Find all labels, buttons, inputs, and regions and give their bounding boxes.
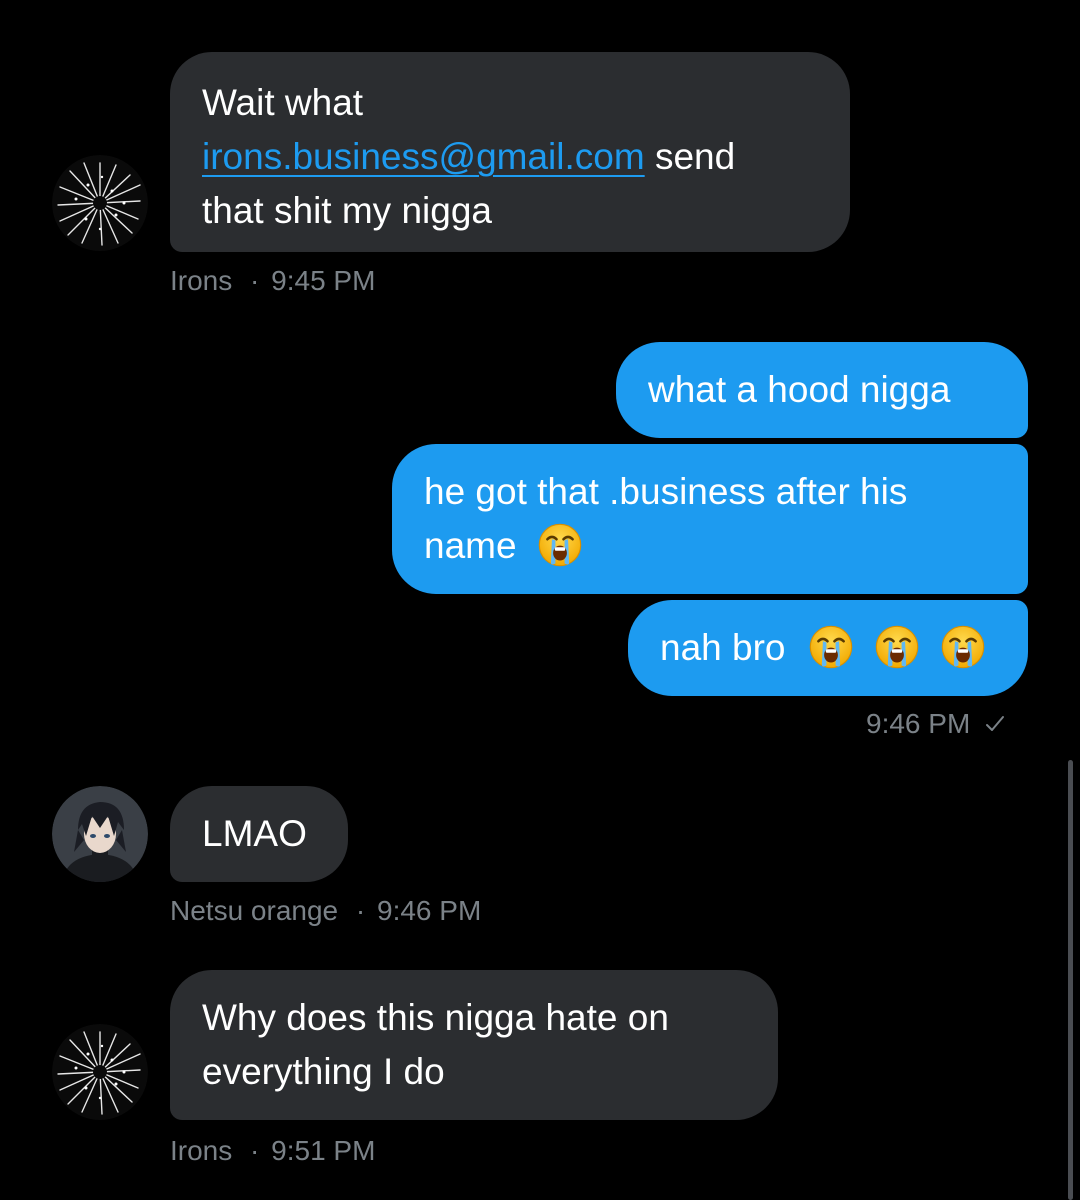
loudly-crying-face-icon xyxy=(537,522,583,568)
message-text-line: Wait what xyxy=(202,82,364,123)
message-meta-5: Netsu orange · 9:46 PM xyxy=(170,895,481,927)
message-bubble-6[interactable]: Why does this nigga hate on everything I… xyxy=(170,970,778,1120)
abstract-burst-avatar-icon xyxy=(52,155,148,251)
message-text: nah bro xyxy=(660,627,786,668)
timestamp: 9:51 PM xyxy=(271,1135,376,1166)
message-text-line: name xyxy=(424,519,996,573)
message-bubble-4[interactable]: nah bro xyxy=(628,600,1028,696)
outgoing-meta: 9:46 PM xyxy=(866,708,1006,740)
email-link[interactable]: irons.business@gmail.com xyxy=(202,136,645,177)
loudly-crying-face-icon xyxy=(808,624,854,670)
message-text-line: Why does this nigga hate on xyxy=(202,997,669,1038)
message-text-line: irons.business@gmail.com send xyxy=(202,130,818,184)
message-meta-1: Irons · 9:45 PM xyxy=(170,265,375,297)
anime-character-avatar-icon xyxy=(52,786,148,882)
message-text-fragment: send xyxy=(654,136,736,177)
message-bubble-2[interactable]: what a hood nigga xyxy=(616,342,1028,438)
message-meta-6: Irons · 9:51 PM xyxy=(170,1135,375,1167)
avatar-irons[interactable] xyxy=(52,155,148,251)
message-text-line: that shit my nigga xyxy=(202,190,492,231)
sender-name: Netsu orange xyxy=(170,895,339,926)
sender-name: Irons xyxy=(170,265,233,296)
loudly-crying-face-icon xyxy=(874,624,920,670)
sender-name: Irons xyxy=(170,1135,233,1166)
message-text-line: everything I do xyxy=(202,1051,445,1092)
message-bubble-5[interactable]: LMAO xyxy=(170,786,348,882)
timestamp: 9:46 PM xyxy=(377,895,482,926)
message-text-fragment: name xyxy=(424,525,517,566)
timestamp: 9:46 PM xyxy=(866,708,971,739)
separator-dot: · xyxy=(355,895,366,926)
conversation-view: Wait what irons.business@gmail.com send … xyxy=(0,0,1080,1200)
checkmark-icon xyxy=(986,715,1005,731)
message-text: what a hood nigga xyxy=(648,369,951,410)
message-bubble-3[interactable]: he got that .business after his name xyxy=(392,444,1028,594)
separator-dot: · xyxy=(250,265,260,296)
avatar-netsu-orange[interactable] xyxy=(52,786,148,882)
timestamp: 9:45 PM xyxy=(271,265,376,296)
loudly-crying-face-icon xyxy=(940,624,986,670)
abstract-burst-avatar-icon xyxy=(52,1024,148,1120)
avatar-irons[interactable] xyxy=(52,1024,148,1120)
message-bubble-1[interactable]: Wait what irons.business@gmail.com send … xyxy=(170,52,850,252)
scrollbar[interactable] xyxy=(1068,760,1073,1200)
message-text: LMAO xyxy=(202,813,307,854)
message-text-line: he got that .business after his xyxy=(424,471,908,512)
separator-dot: · xyxy=(250,1135,260,1166)
